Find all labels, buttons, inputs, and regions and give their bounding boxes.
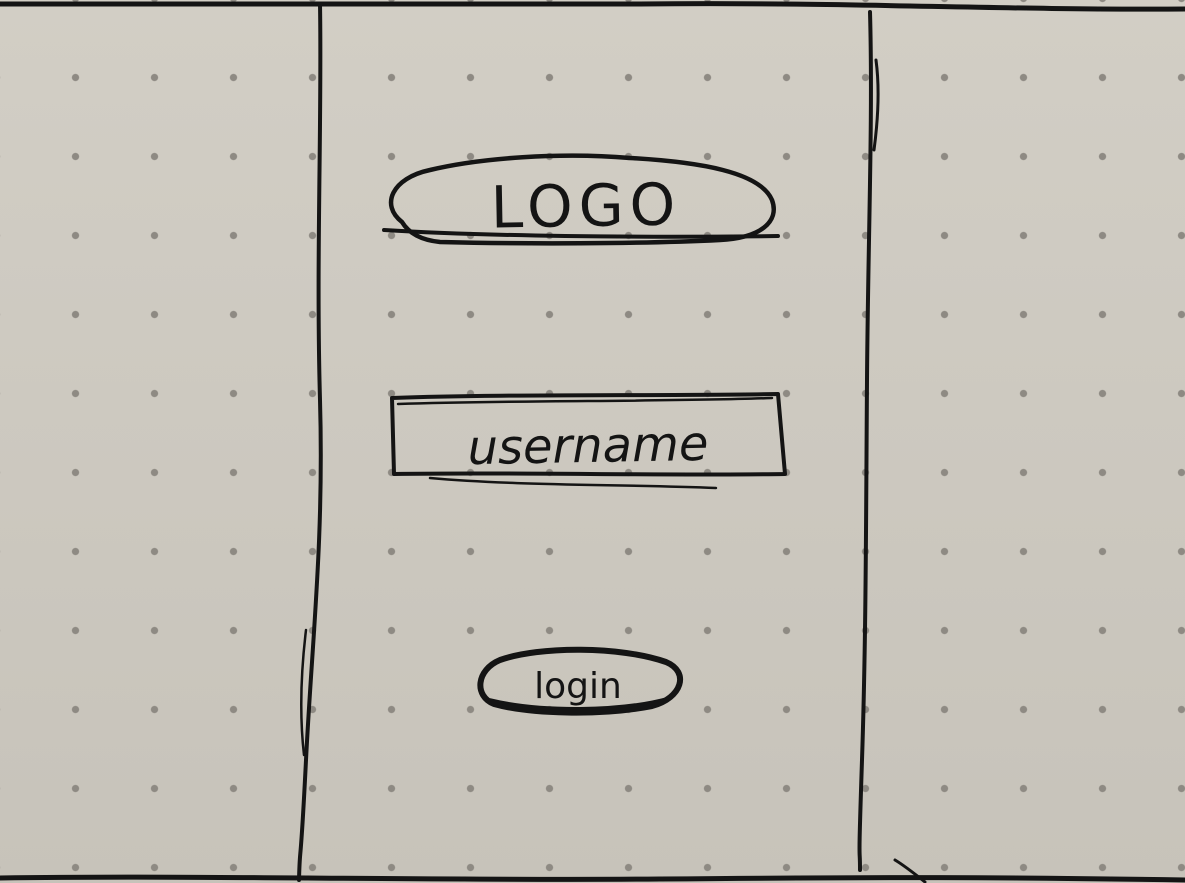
login-button-sketch: login <box>477 646 684 716</box>
username-field-stroke-top <box>396 396 774 406</box>
right-divider-line <box>857 10 873 872</box>
left-divider-stroke <box>299 628 308 757</box>
bottom-border-line <box>0 874 1185 883</box>
right-divider-stroke <box>872 58 880 152</box>
logo-text: LOGO <box>490 170 682 241</box>
username-placeholder-text: username <box>467 416 709 476</box>
login-wireframe-sketch: LOGO username login <box>0 0 1185 883</box>
login-button-text: login <box>534 666 622 707</box>
username-field-stroke-bottom <box>428 476 718 490</box>
logo: LOGO <box>382 153 780 246</box>
top-border-line <box>0 0 1185 12</box>
username-input-sketch: username <box>390 392 787 490</box>
